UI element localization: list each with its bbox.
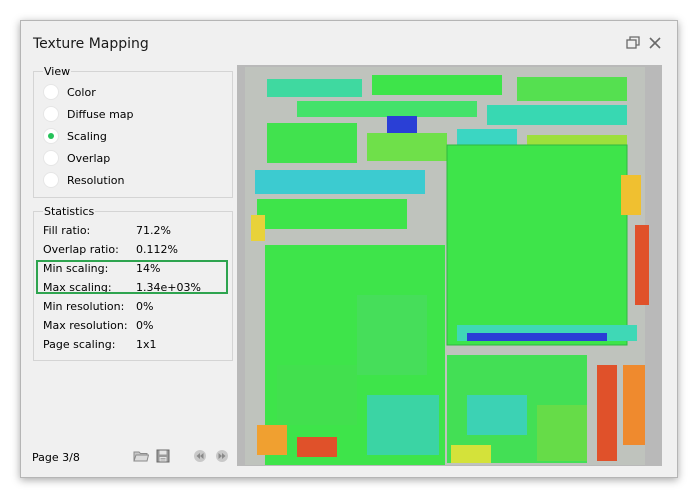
restore-window-icon[interactable] (625, 35, 641, 51)
next-page-icon[interactable] (216, 450, 228, 462)
stat-label: Min resolution: (43, 299, 125, 313)
close-icon[interactable] (647, 35, 663, 51)
save-icon[interactable] (155, 448, 171, 464)
view-option-color[interactable]: Color (43, 83, 96, 101)
stat-label: Max resolution: (43, 318, 128, 332)
stat-label: Overlap ratio: (43, 242, 119, 256)
statistics-group-title: Statistics (43, 205, 96, 218)
view-option-label: Overlap (67, 151, 111, 165)
scaling-highlight-box (36, 260, 228, 294)
view-option-scaling[interactable]: Scaling (43, 127, 107, 145)
view-option-label: Color (67, 85, 96, 99)
radio-scaling[interactable] (43, 128, 59, 144)
scaling-texture-image (237, 65, 662, 466)
window-title: Texture Mapping (33, 36, 149, 52)
view-option-overlap[interactable]: Overlap (43, 149, 110, 167)
radio-color[interactable] (43, 84, 59, 100)
page-indicator: Page 3/8 (32, 451, 80, 464)
view-option-label: Scaling (67, 129, 107, 143)
radio-resolution[interactable] (43, 172, 59, 188)
texture-preview[interactable] (237, 65, 662, 466)
stat-value: 0% (136, 318, 154, 332)
stat-value: 71.2% (136, 223, 171, 237)
previous-page-icon[interactable] (194, 450, 206, 462)
view-option-label: Diffuse map (67, 107, 134, 121)
radio-overlap[interactable] (43, 150, 59, 166)
radio-diffuse-map[interactable] (43, 106, 59, 122)
stat-max-resolution: Max resolution: 0% (43, 317, 153, 333)
folder-icon[interactable] (133, 448, 150, 464)
view-group: View Color Diffuse map Scaling Overlap R… (33, 65, 233, 198)
stat-label: Fill ratio: (43, 223, 91, 237)
stat-value: 0.112% (136, 242, 178, 256)
texture-mapping-window: Texture Mapping View Color Diffuse map S… (20, 20, 678, 478)
stat-fill-ratio: Fill ratio: 71.2% (43, 222, 171, 238)
stat-value: 0% (136, 299, 154, 313)
view-option-resolution[interactable]: Resolution (43, 171, 124, 189)
view-group-title: View (43, 65, 72, 78)
stat-label: Page scaling: (43, 337, 116, 351)
stat-page-scaling: Page scaling: 1x1 (43, 336, 157, 352)
stat-overlap-ratio: Overlap ratio: 0.112% (43, 241, 178, 257)
view-option-label: Resolution (67, 173, 125, 187)
view-option-diffuse-map[interactable]: Diffuse map (43, 105, 134, 123)
stat-value: 1x1 (136, 337, 157, 351)
stat-min-resolution: Min resolution: 0% (43, 298, 153, 314)
